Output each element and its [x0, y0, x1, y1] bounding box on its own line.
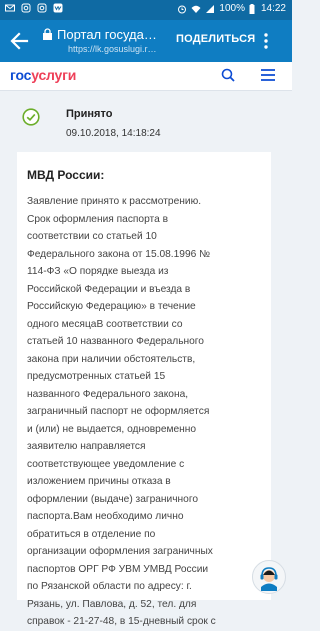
gosuslugi-logo[interactable]: госуслуги: [10, 67, 76, 83]
menu-icon[interactable]: [260, 68, 276, 82]
clock-time: 14:22: [260, 3, 286, 14]
more-options-icon[interactable]: [263, 30, 269, 52]
message-line: заграничный паспорт не оформляется: [27, 406, 210, 417]
support-button[interactable]: [252, 560, 286, 594]
message-line: Заявление принято к рассмотрению.: [27, 196, 202, 207]
message-line: Российскую Федерацию» в течение: [27, 301, 196, 312]
message-line: изложением причины отказа в: [27, 476, 171, 487]
notification-icons: [5, 3, 63, 13]
message-line: паспорта.Вам необходимо лично: [27, 511, 184, 522]
message-line: Рязань, ул. Павлова, д. 52, тел. для: [27, 598, 197, 610]
status-datetime: 09.10.2018, 14:18:24: [66, 128, 161, 139]
lock-icon: [43, 28, 52, 40]
alarm-icon: [178, 5, 187, 13]
system-icons: 100% 14:22: [177, 3, 286, 14]
search-icon[interactable]: [221, 68, 235, 82]
message-line: закона при наличии обстоятельств,: [27, 353, 196, 365]
message-line: соответствующее уведомление с: [27, 458, 185, 470]
page-title: Портал госуда…: [57, 27, 157, 42]
vk-icon: [53, 3, 63, 13]
message-line: названного Федерального закона,: [27, 388, 189, 400]
message-line: обратиться в отделение по: [27, 528, 156, 540]
message-card: МВД России: Заявление принято к рассмотр…: [17, 152, 271, 627]
status-label: Принято: [66, 108, 113, 120]
support-agent-icon: [260, 567, 278, 591]
logo-part-uslugi: услуги: [31, 67, 77, 83]
battery-percent: 100%: [219, 3, 245, 14]
signal-icon: [206, 4, 215, 13]
check-circle-icon: [22, 108, 40, 126]
message-line: заявителю направляется: [27, 441, 146, 452]
android-status-bar: 100% 14:22: [0, 0, 292, 20]
message-line: оформлении (выдаче) заграничного: [27, 493, 198, 505]
message-line: организации оформления заграничных: [27, 546, 213, 557]
message-line: паспортов ОРГ РФ УВМ УМВД России: [27, 563, 209, 575]
message-line: предусмотренных статьей 15: [27, 371, 166, 382]
message-line: одного месяцаВ соответствии со: [27, 318, 183, 330]
battery-icon: [249, 3, 255, 14]
logo-part-gos: гос: [10, 67, 32, 83]
application-status: Принято 09.10.2018, 14:18:24: [0, 90, 292, 150]
browser-app-bar: Портал госуда… https://lk.gosuslugi.r… П…: [0, 20, 292, 62]
message-line: статьей 10 названного Федерального: [27, 336, 204, 347]
instagram-icon-2: [37, 3, 47, 13]
message-line: Федерального закона от 15.08.1996 №: [27, 248, 211, 260]
share-button[interactable]: ПОДЕЛИТЬСЯ: [176, 33, 255, 45]
message-line: соответствии со статьей 10: [27, 231, 157, 242]
site-header: госуслуги: [0, 62, 292, 91]
message-line: по Рязанской области по адресу: г.: [27, 581, 192, 592]
message-line: и (или) не выдается, одновременно: [27, 423, 197, 435]
message-line: справок - 21-27-48, в 15-дневный срок с: [27, 616, 216, 627]
back-arrow-icon[interactable]: [8, 30, 30, 52]
email-icon: [5, 4, 15, 12]
wifi-icon: [191, 5, 201, 13]
message-line: Срок оформления паспорта в: [27, 213, 168, 225]
message-line: Российской Федерации и въезда в: [27, 283, 191, 295]
message-text: Заявление принято к рассмотрению. Срок оф…: [27, 193, 267, 631]
page-url[interactable]: https://lk.gosuslugi.r…: [68, 44, 168, 54]
message-sender: МВД России:: [27, 168, 105, 182]
instagram-icon: [21, 3, 31, 13]
message-line: 114-ФЗ «О порядке выезда из: [27, 266, 169, 277]
